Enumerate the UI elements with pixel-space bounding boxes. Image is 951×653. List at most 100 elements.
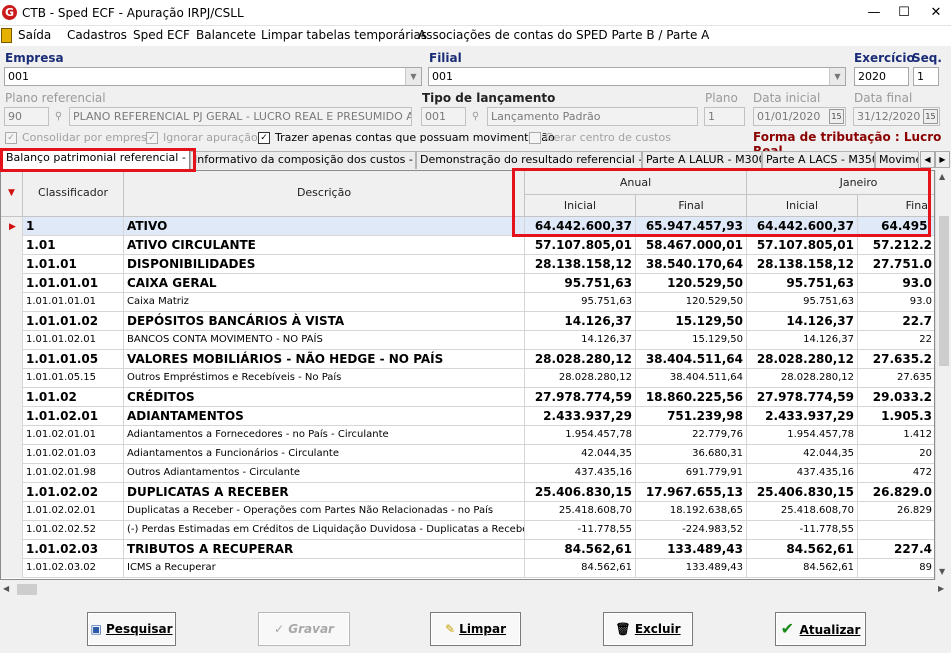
- cell-cls[interactable]: 1.01.02.03.02: [23, 559, 124, 578]
- cell-desc[interactable]: DUPLICATAS A RECEBER: [124, 483, 525, 502]
- cell-a-ini[interactable]: 42.044,35: [525, 445, 636, 464]
- tab-lacs-m350[interactable]: Parte A LACS - M350: [762, 151, 875, 169]
- cell-j-fin[interactable]: [858, 521, 934, 540]
- chevron-down-icon[interactable]: ▼: [405, 68, 421, 85]
- cell-j-fin[interactable]: 27.751.0: [858, 255, 934, 274]
- cell-a-fin[interactable]: 691.779,91: [636, 464, 747, 483]
- filial-select[interactable]: 001 ▼: [428, 67, 846, 86]
- cell-a-ini[interactable]: 27.978.774,59: [525, 388, 636, 407]
- menu-balancete[interactable]: Balancete: [196, 28, 256, 42]
- cell-j-fin[interactable]: 1.412: [858, 426, 934, 445]
- cell-j-fin[interactable]: 29.033.2: [858, 388, 934, 407]
- row-indicator[interactable]: [1, 407, 23, 426]
- cell-a-fin[interactable]: 120.529,50: [636, 274, 747, 293]
- cell-j-ini[interactable]: 1.954.457,78: [747, 426, 858, 445]
- plano-code-input[interactable]: 90: [4, 107, 49, 126]
- tab-lalur-m300[interactable]: Parte A LALUR - M300: [642, 151, 762, 169]
- data-final-input[interactable]: 31/12/2020 15: [853, 107, 940, 126]
- tab-resultado-l300[interactable]: Demonstração do resultado referencial - …: [416, 151, 642, 169]
- table-row[interactable]: 1.01.02.01.03 Adiantamentos a Funcionário…: [1, 445, 934, 464]
- header-classificador[interactable]: Classificador: [23, 171, 124, 217]
- cell-a-ini[interactable]: -11.778,55: [525, 521, 636, 540]
- cell-cls[interactable]: 1.01.01.05.15: [23, 369, 124, 388]
- gerar-checkbox[interactable]: [529, 132, 541, 144]
- cell-cls[interactable]: 1.01: [23, 236, 124, 255]
- row-indicator[interactable]: [1, 274, 23, 293]
- cell-a-ini[interactable]: 28.028.280,12: [525, 350, 636, 369]
- cell-desc[interactable]: (-) Perdas Estimadas em Créditos de Liqu…: [124, 521, 525, 540]
- header-descricao[interactable]: Descrição: [124, 171, 525, 217]
- table-row[interactable]: 1.01.02.03 TRIBUTOS A RECUPERAR 84.562,61 1…: [1, 540, 934, 559]
- table-row[interactable]: 1.01.01.05 VALORES MOBILIÁRIOS - NÃO HEDG…: [1, 350, 934, 369]
- cell-j-ini[interactable]: 64.442.600,37: [747, 217, 858, 236]
- cell-a-fin[interactable]: 18.192.638,65: [636, 502, 747, 521]
- table-row[interactable]: 1.01.01.05.15 Outros Empréstimos e Recebí…: [1, 369, 934, 388]
- cell-a-fin[interactable]: 133.489,43: [636, 559, 747, 578]
- cell-desc[interactable]: VALORES MOBILIÁRIOS - NÃO HEDGE - NO PAÍ…: [124, 350, 525, 369]
- cell-desc[interactable]: Outros Adiantamentos - Circulante: [124, 464, 525, 483]
- cell-j-ini[interactable]: 25.406.830,15: [747, 483, 858, 502]
- cell-a-fin[interactable]: 38.404.511,64: [636, 350, 747, 369]
- data-grid[interactable]: ▼ Classificador Descrição Anual Janeiro …: [0, 170, 935, 580]
- tipo-code-input[interactable]: 001: [421, 107, 466, 126]
- cell-a-ini[interactable]: 57.107.805,01: [525, 236, 636, 255]
- cell-a-ini[interactable]: 14.126,37: [525, 312, 636, 331]
- table-row[interactable]: 1.01.02.02 DUPLICATAS A RECEBER 25.406.830…: [1, 483, 934, 502]
- table-row[interactable]: 1.01.02.01 ADIANTAMENTOS 2.433.937,29 751.2…: [1, 407, 934, 426]
- cell-a-ini[interactable]: 28.028.280,12: [525, 369, 636, 388]
- row-indicator[interactable]: [1, 293, 23, 312]
- cell-desc[interactable]: ATIVO: [124, 217, 525, 236]
- cell-j-ini[interactable]: 437.435,16: [747, 464, 858, 483]
- cell-cls[interactable]: 1: [23, 217, 124, 236]
- trazer-checkbox[interactable]: ✓: [258, 132, 270, 144]
- table-row[interactable]: ▶ 1 ATIVO 64.442.600,37 65.947.457,93 64.442.…: [1, 217, 934, 236]
- menu-sped-ecf[interactable]: Sped ECF: [133, 28, 190, 42]
- cell-cls[interactable]: 1.01.02.02.52: [23, 521, 124, 540]
- row-indicator[interactable]: [1, 559, 23, 578]
- cell-j-fin[interactable]: 22: [858, 331, 934, 350]
- minimize-icon[interactable]: —: [859, 0, 889, 26]
- cell-j-fin[interactable]: 64.495.: [858, 217, 934, 236]
- cell-j-ini[interactable]: 14.126,37: [747, 331, 858, 350]
- cell-j-ini[interactable]: 27.978.774,59: [747, 388, 858, 407]
- row-indicator[interactable]: [1, 426, 23, 445]
- cell-a-ini[interactable]: 95.751,63: [525, 274, 636, 293]
- header-anual-final[interactable]: Final: [636, 195, 747, 217]
- cell-cls[interactable]: 1.01.02.01: [23, 407, 124, 426]
- cell-desc[interactable]: Outros Empréstimos e Recebíveis - No Paí…: [124, 369, 525, 388]
- menu-associacoes[interactable]: Associações de contas do SPED Parte B / …: [418, 28, 709, 42]
- calendar-icon[interactable]: 15: [829, 109, 844, 124]
- row-indicator[interactable]: [1, 445, 23, 464]
- header-janeiro-inicial[interactable]: Inicial: [747, 195, 858, 217]
- cell-j-ini[interactable]: 95.751,63: [747, 293, 858, 312]
- header-janeiro-final[interactable]: Final: [858, 195, 934, 217]
- cell-j-fin[interactable]: 1.905.3: [858, 407, 934, 426]
- table-row[interactable]: 1.01 ATIVO CIRCULANTE 57.107.805,01 58.467.…: [1, 236, 934, 255]
- cell-j-fin[interactable]: 93.0: [858, 274, 934, 293]
- ignorar-checkbox[interactable]: ✓: [146, 132, 158, 144]
- scroll-left-icon[interactable]: ◀: [3, 584, 9, 593]
- cell-cls[interactable]: 1.01.02.01.98: [23, 464, 124, 483]
- cell-a-ini[interactable]: 64.442.600,37: [525, 217, 636, 236]
- cell-a-fin[interactable]: 18.860.225,56: [636, 388, 747, 407]
- menu-cadastros[interactable]: Cadastros: [67, 28, 127, 42]
- cell-j-fin[interactable]: 89: [858, 559, 934, 578]
- tab-scroll-right-icon[interactable]: ▶: [935, 151, 950, 168]
- cell-a-fin[interactable]: 15.129,50: [636, 331, 747, 350]
- table-row[interactable]: 1.01.02.02.52 (-) Perdas Estimadas em Cré…: [1, 521, 934, 540]
- cell-cls[interactable]: 1.01.02: [23, 388, 124, 407]
- gravar-button[interactable]: ✓ Gravar: [258, 612, 350, 646]
- door-icon[interactable]: [1, 28, 12, 43]
- data-inicial-input[interactable]: 01/01/2020 15: [753, 107, 846, 126]
- row-indicator[interactable]: [1, 255, 23, 274]
- cell-a-ini[interactable]: 84.562,61: [525, 559, 636, 578]
- cell-cls[interactable]: 1.01.01.01: [23, 274, 124, 293]
- cell-j-ini[interactable]: 57.107.805,01: [747, 236, 858, 255]
- consolidar-checkbox[interactable]: ✓: [5, 132, 17, 144]
- plano2-input[interactable]: 1: [704, 107, 745, 126]
- scroll-thumb[interactable]: [939, 216, 949, 366]
- cell-desc[interactable]: BANCOS CONTA MOVIMENTO - NO PAÍS: [124, 331, 525, 350]
- sort-arrow-icon[interactable]: ▼: [8, 188, 15, 198]
- binoculars-icon[interactable]: ⚲: [467, 107, 484, 126]
- vertical-scrollbar[interactable]: ▲ ▼: [935, 170, 951, 580]
